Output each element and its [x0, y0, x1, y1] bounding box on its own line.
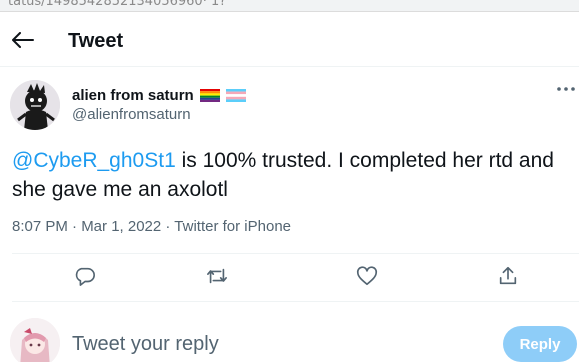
tweet-body: @CybeR_gh0St1 is 100% trusted. I complet… — [12, 146, 576, 204]
author-handle[interactable]: @alienfromsaturn — [72, 106, 191, 123]
reply-icon[interactable] — [74, 265, 96, 287]
author-name-row: alien from saturn — [72, 86, 246, 104]
like-icon[interactable] — [356, 265, 378, 287]
back-arrow-icon[interactable] — [12, 32, 34, 48]
user-avatar[interactable] — [10, 318, 60, 362]
retweet-icon[interactable] — [206, 265, 228, 287]
page-title: Tweet — [68, 30, 124, 52]
tweet-timestamp[interactable]: 8:07 PM · Mar 1, 2022 · Twitter for iPho… — [12, 218, 291, 235]
more-options-icon[interactable] — [556, 85, 576, 93]
avatar-figure-icon — [10, 80, 60, 130]
rainbow-flag-icon — [199, 88, 220, 102]
reply-input[interactable] — [72, 330, 472, 358]
transgender-flag-icon — [225, 88, 246, 102]
divider — [12, 301, 579, 302]
url-text: tatus/1498542852134056960· 1? — [8, 0, 227, 9]
author-avatar[interactable] — [10, 80, 60, 130]
page-header: Tweet — [0, 12, 579, 67]
author-name[interactable]: alien from saturn — [72, 87, 194, 104]
share-icon[interactable] — [497, 265, 519, 287]
reply-button[interactable]: Reply — [503, 326, 577, 362]
browser-url-bar[interactable]: tatus/1498542852134056960· 1? — [0, 0, 579, 12]
anime-avatar-icon — [10, 318, 60, 362]
mention-link[interactable]: @CybeR_gh0St1 — [12, 149, 176, 172]
divider — [12, 253, 579, 254]
